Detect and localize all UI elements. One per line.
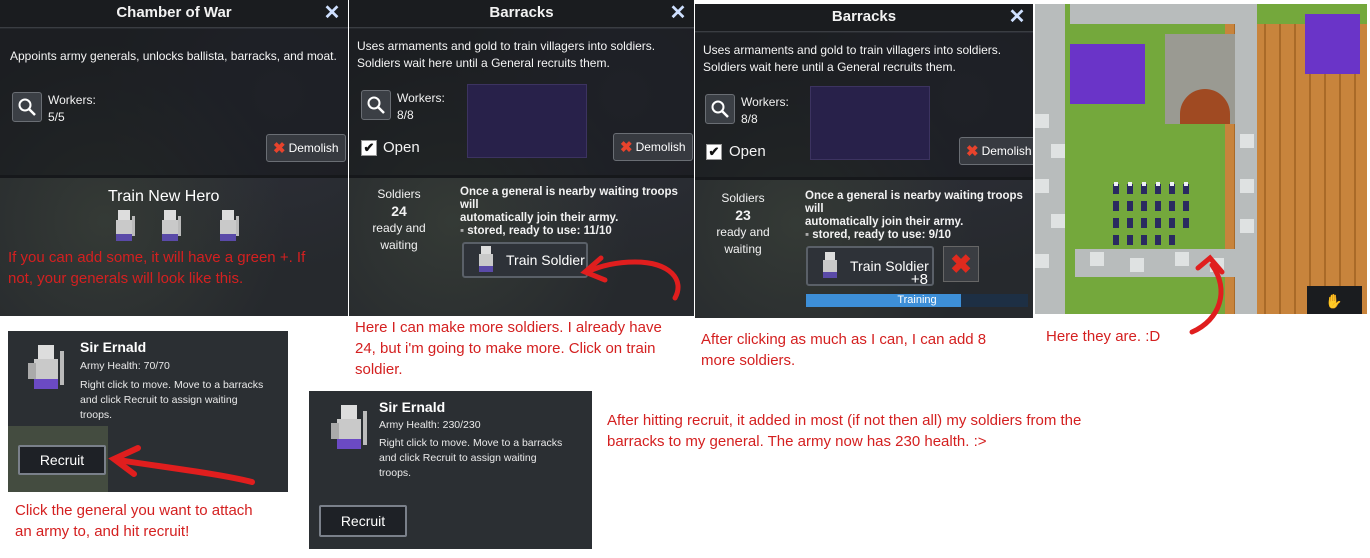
- barracks-annotation: Here I can make more soldiers. I already…: [355, 319, 662, 378]
- demolish-label: Demolish: [635, 140, 686, 154]
- soldier-icon: [823, 252, 837, 278]
- general-portrait-icon: [331, 405, 367, 449]
- hero-slot-icons: [116, 210, 239, 241]
- open-label: Open: [383, 139, 420, 156]
- hero-knight-icon-1: [116, 210, 135, 241]
- barracks-description: Uses armaments and gold to train village…: [703, 43, 1002, 74]
- hero-knight-icon-2: [162, 210, 181, 241]
- recruit-button[interactable]: Recruit: [18, 445, 106, 475]
- training-label: Training: [897, 294, 937, 306]
- cancel-x-icon: ✖: [950, 248, 972, 279]
- close-icon[interactable]: ✕: [322, 0, 342, 26]
- general-info: Once a general is nearby waiting troops …: [460, 186, 678, 237]
- general-instructions: Right click to move. Move to a barracks …: [80, 379, 264, 421]
- army-health: Army Health: 70/70: [80, 360, 170, 372]
- train-soldier-button[interactable]: Train Soldier +8: [806, 246, 934, 288]
- search-icon: [367, 96, 385, 114]
- general-portrait-icon: [28, 345, 64, 389]
- hero-knight-icon-3: [220, 210, 239, 241]
- soldier-icon: [479, 246, 493, 272]
- red-arrow-map: [1189, 254, 1225, 335]
- cancel-training-button[interactable]: ✖: [943, 246, 979, 282]
- soldiers-count: 24: [391, 203, 407, 219]
- barracks-title: Barracks ✕: [349, 0, 694, 28]
- close-icon[interactable]: ✕: [1007, 4, 1027, 30]
- workers-label: Workers:: [397, 91, 445, 105]
- train-hero-title: Train New Hero: [108, 188, 220, 205]
- workers-value: 8/8: [397, 108, 414, 122]
- red-arrow-train: [580, 255, 681, 301]
- chamber-description: Appoints army generals, unlocks ballista…: [10, 49, 337, 63]
- red-arrow-recruit: [108, 445, 255, 485]
- open-checkbox[interactable]: ✔: [361, 140, 377, 156]
- soldiers-label: Soldiers: [377, 187, 421, 201]
- general-info: Once a general is nearby waiting troops …: [805, 190, 1023, 241]
- search-icon: [711, 100, 729, 118]
- barracks-preview: [467, 84, 587, 158]
- workers-label: Workers:: [48, 93, 96, 107]
- workers-value: 8/8: [741, 112, 758, 126]
- recruit-button[interactable]: Recruit: [319, 505, 407, 537]
- map-annotation: Here they are. :D: [1046, 328, 1161, 345]
- workers-value: 5/5: [48, 110, 65, 124]
- workers-info: Workers: 5/5: [48, 92, 96, 126]
- barracks-description: Uses armaments and gold to train village…: [357, 39, 656, 70]
- demolish-button[interactable]: ✖ Demolish: [266, 134, 346, 162]
- close-icon[interactable]: ✕: [668, 0, 688, 26]
- workers-label: Workers:: [741, 95, 789, 109]
- chamber-title-text: Chamber of War: [116, 4, 232, 21]
- general-name: Sir Ernald: [80, 339, 147, 355]
- demolish-button[interactable]: ✖ Demolish: [613, 133, 693, 161]
- svg-text:✋: ✋: [1325, 293, 1342, 310]
- inspect-workers-button[interactable]: [361, 90, 391, 120]
- train-soldier-button[interactable]: Train Soldier: [462, 242, 588, 278]
- barracks-title: Barracks ✕: [695, 4, 1033, 32]
- queue-count: +8: [910, 271, 928, 288]
- open-checkbox[interactable]: ✔: [706, 144, 722, 160]
- demolish-button[interactable]: ✖ Demolish: [959, 137, 1033, 165]
- barracks-title-text: Barracks: [831, 8, 897, 25]
- soldiers-label: Soldiers: [721, 191, 765, 205]
- barracks-preview: [810, 86, 930, 160]
- result-annotation: After hitting recruit, it added in most …: [607, 412, 1082, 450]
- barracks-title-text: Barracks: [489, 4, 554, 21]
- inspect-workers-button[interactable]: [705, 94, 735, 124]
- general-instructions: Right click to move. Move to a barracks …: [379, 437, 563, 479]
- soldiers-count: 23: [735, 207, 751, 223]
- open-label: Open: [729, 143, 766, 160]
- soldiers-info: Soldiers 24 ready and waiting: [367, 186, 431, 254]
- general-name: Sir Ernald: [379, 399, 446, 415]
- workers-info: Workers: 8/8: [397, 90, 445, 124]
- chamber-title: Chamber of War ✕: [0, 0, 348, 28]
- search-icon: [18, 98, 36, 116]
- demolish-label: Demolish: [981, 144, 1032, 158]
- hero-annotation: If you can add some, it will have a gree…: [8, 249, 306, 287]
- general-annotation: Click the general you want to attach an …: [15, 502, 253, 540]
- training-annotation: After clicking as much as I can, I can a…: [701, 331, 987, 369]
- demolish-x-icon: ✖: [273, 140, 286, 157]
- train-soldier-label: Train Soldier: [506, 252, 585, 268]
- training-progress-bar: Training: [806, 294, 1028, 307]
- barracks-panel-training: Barracks ✕ Uses armaments and gold to tr…: [695, 4, 1033, 318]
- demolish-x-icon: ✖: [620, 139, 633, 156]
- demolish-x-icon: ✖: [966, 143, 979, 160]
- inspect-workers-button[interactable]: [12, 92, 42, 122]
- army-health: Army Health: 230/230: [379, 419, 481, 431]
- general-panel-after: Sir Ernald Army Health: 230/230 Right cl…: [309, 391, 592, 549]
- workers-info: Workers: 8/8: [741, 94, 789, 128]
- demolish-label: Demolish: [288, 141, 339, 155]
- soldiers-info: Soldiers 23 ready and waiting: [711, 190, 775, 258]
